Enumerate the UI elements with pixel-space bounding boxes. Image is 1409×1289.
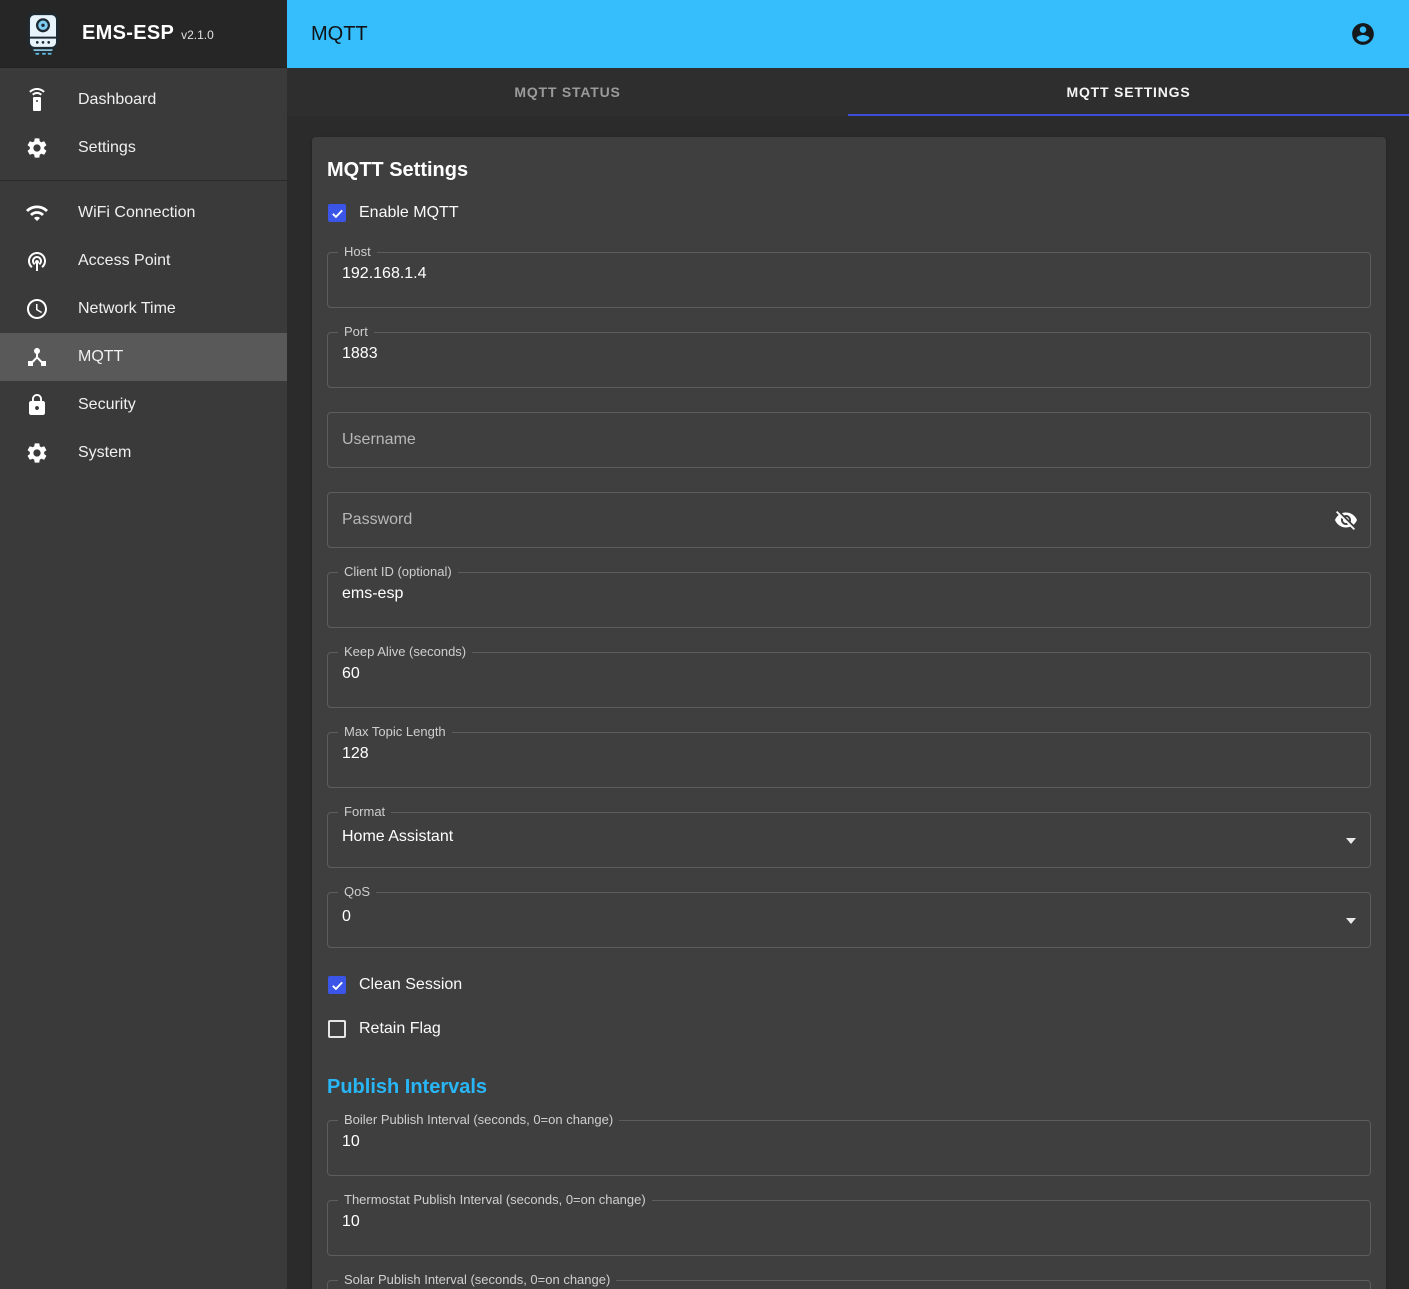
host-input[interactable] bbox=[328, 253, 1370, 307]
host-field: Host bbox=[327, 252, 1371, 308]
sidebar-item-label: MQTT bbox=[78, 348, 123, 366]
keep-alive-field: Keep Alive (seconds) bbox=[327, 652, 1371, 708]
sidebar-item-settings[interactable]: Settings bbox=[0, 124, 287, 172]
qos-select-label: QoS bbox=[338, 884, 376, 900]
qos-select[interactable]: QoS 0 bbox=[327, 892, 1371, 948]
sidebar-item-wifi-connection[interactable]: WiFi Connection bbox=[0, 189, 287, 237]
sidebar-item-label: Settings bbox=[78, 139, 136, 157]
sidebar-item-system[interactable]: System bbox=[0, 429, 287, 477]
max-topic-length-input[interactable] bbox=[328, 733, 1370, 787]
checkbox-checked-icon[interactable] bbox=[328, 204, 346, 222]
account-circle-icon[interactable] bbox=[1350, 21, 1376, 47]
client-id-field: Client ID (optional) bbox=[327, 572, 1371, 628]
tab-mqtt-settings[interactable]: MQTT SETTINGS bbox=[848, 68, 1409, 116]
mqtt-settings-card: MQTT Settings Enable MQTT Host Port User… bbox=[312, 137, 1386, 1289]
sidebar-item-network-time[interactable]: Network Time bbox=[0, 285, 287, 333]
checkbox-checked-icon[interactable] bbox=[328, 976, 346, 994]
sidebar-item-dashboard[interactable]: Dashboard bbox=[0, 76, 287, 124]
appbar: MQTT bbox=[287, 0, 1409, 68]
format-select[interactable]: Format Home Assistant bbox=[327, 812, 1371, 868]
gear-icon bbox=[25, 441, 49, 465]
visibility-off-icon[interactable] bbox=[1334, 508, 1358, 532]
wifi-icon bbox=[25, 201, 49, 225]
sidebar-item-access-point[interactable]: Access Point bbox=[0, 237, 287, 285]
sidebar-item-label: Security bbox=[78, 396, 136, 414]
app-name: EMS-ESP bbox=[82, 22, 174, 45]
sidebar-item-mqtt[interactable]: MQTT bbox=[0, 333, 287, 381]
device-hub-icon bbox=[25, 345, 49, 369]
password-field: Password bbox=[327, 492, 1371, 548]
thermostat-publish-interval-input[interactable] bbox=[328, 1201, 1370, 1255]
keep-alive-input[interactable] bbox=[328, 653, 1370, 707]
tab-bar: MQTT STATUS MQTT SETTINGS bbox=[287, 68, 1409, 116]
format-select-value: Home Assistant bbox=[342, 828, 453, 846]
sidebar-item-label: WiFi Connection bbox=[78, 204, 195, 222]
boiler-publish-interval-field: Boiler Publish Interval (seconds, 0=on c… bbox=[327, 1120, 1371, 1176]
sidebar: EMS-ESP v2.1.0 Dashboard Settings WiFi C… bbox=[0, 0, 287, 1289]
tab-indicator bbox=[848, 114, 1409, 116]
checkbox-unchecked-icon[interactable] bbox=[328, 1020, 346, 1038]
username-input[interactable] bbox=[328, 413, 1370, 467]
main-area: MQTT MQTT STATUS MQTT SETTINGS MQTT Sett… bbox=[287, 0, 1409, 1289]
tab-mqtt-status[interactable]: MQTT STATUS bbox=[287, 68, 848, 116]
enable-mqtt-checkbox-row[interactable]: Enable MQTT bbox=[327, 200, 1371, 226]
retain-flag-label: Retain Flag bbox=[359, 1020, 441, 1038]
client-id-input[interactable] bbox=[328, 573, 1370, 627]
sidebar-header: EMS-ESP v2.1.0 bbox=[0, 0, 287, 68]
retain-flag-checkbox-row[interactable]: Retain Flag bbox=[327, 1016, 1371, 1042]
boiler-logo-icon bbox=[24, 12, 62, 56]
chevron-down-icon bbox=[1346, 838, 1356, 844]
access-point-icon bbox=[25, 249, 49, 273]
enable-mqtt-label: Enable MQTT bbox=[359, 204, 459, 222]
sidebar-item-label: Network Time bbox=[78, 300, 176, 318]
max-topic-length-field: Max Topic Length bbox=[327, 732, 1371, 788]
port-input[interactable] bbox=[328, 333, 1370, 387]
sidebar-item-label: System bbox=[78, 444, 131, 462]
sidebar-item-label: Dashboard bbox=[78, 91, 156, 109]
page-title: MQTT bbox=[311, 23, 1350, 46]
clean-session-label: Clean Session bbox=[359, 976, 462, 994]
clock-icon bbox=[25, 297, 49, 321]
format-select-label: Format bbox=[338, 804, 391, 820]
card-heading: MQTT Settings bbox=[327, 158, 1371, 182]
username-field: Username bbox=[327, 412, 1371, 468]
content: MQTT Settings Enable MQTT Host Port User… bbox=[287, 116, 1409, 1289]
app-version: v2.1.0 bbox=[181, 28, 214, 42]
gear-icon bbox=[25, 136, 49, 160]
thermostat-publish-interval-field: Thermostat Publish Interval (seconds, 0=… bbox=[327, 1200, 1371, 1256]
qos-select-value: 0 bbox=[342, 908, 351, 926]
solar-publish-interval-input[interactable] bbox=[328, 1281, 1370, 1289]
publish-intervals-heading: Publish Intervals bbox=[327, 1075, 1371, 1099]
boiler-publish-interval-input[interactable] bbox=[328, 1121, 1370, 1175]
clean-session-checkbox-row[interactable]: Clean Session bbox=[327, 972, 1371, 998]
solar-publish-interval-field: Solar Publish Interval (seconds, 0=on ch… bbox=[327, 1280, 1371, 1289]
sidebar-item-label: Access Point bbox=[78, 252, 170, 270]
remote-icon bbox=[25, 88, 49, 112]
port-field: Port bbox=[327, 332, 1371, 388]
lock-icon bbox=[25, 393, 49, 417]
password-input[interactable] bbox=[328, 493, 1370, 547]
chevron-down-icon bbox=[1346, 918, 1356, 924]
sidebar-item-security[interactable]: Security bbox=[0, 381, 287, 429]
